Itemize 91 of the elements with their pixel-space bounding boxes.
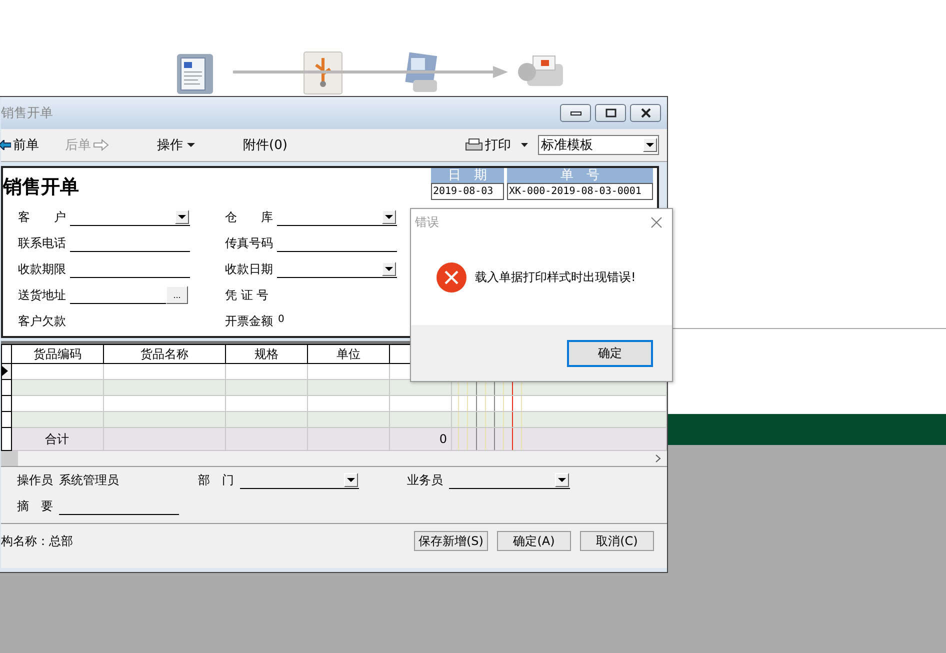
caret-icon (347, 478, 355, 482)
chevron-right-icon (655, 454, 661, 463)
error-message: 载入单据打印样式时出现错误! (475, 268, 636, 286)
field-value: 0 (278, 314, 284, 325)
field-label: 收款期限 (18, 260, 67, 278)
table-cell[interactable] (390, 412, 452, 428)
department-label: 部 门 (198, 472, 234, 488)
total-quantity: 0 (390, 428, 452, 450)
previous-button[interactable]: 前单 (0, 136, 39, 154)
dropdown-field[interactable] (277, 208, 397, 226)
table-cell[interactable] (226, 380, 308, 396)
field-label: 送货地址 (18, 286, 67, 304)
close-icon (640, 108, 652, 118)
field-label: 收款日期 (225, 260, 274, 278)
organization-text: 构名称：总部 (1, 532, 73, 550)
field-label: 客 户 (18, 208, 67, 226)
salesman-label: 业务员 (407, 472, 443, 488)
dropdown-field[interactable] (277, 260, 397, 278)
current-row-icon (2, 366, 8, 376)
minimize-icon (570, 110, 582, 116)
table-cell[interactable] (226, 396, 308, 412)
caret-icon (187, 143, 195, 147)
table-cell[interactable] (308, 364, 390, 380)
date-header: 日 期 (431, 168, 504, 183)
operation-menu[interactable]: 操作 (157, 136, 195, 154)
form-button[interactable]: 保存新增(S) (414, 531, 488, 551)
caret-icon[interactable] (521, 143, 528, 147)
operator-label: 操作员 (17, 472, 53, 488)
print-button[interactable]: 打印 (465, 136, 511, 154)
right-arrow-icon (93, 139, 109, 151)
field-label: 传真号码 (225, 234, 274, 252)
error-icon (436, 262, 467, 292)
table-cell[interactable] (104, 380, 226, 396)
row-indicator[interactable] (2, 396, 12, 412)
field-label: 客户欠款 (18, 312, 67, 330)
caret-icon (385, 214, 393, 218)
table-cell[interactable] (12, 396, 104, 412)
caret-icon (385, 266, 393, 270)
field-label: 开票金额 (225, 312, 274, 330)
column-header: 货品名称 (104, 344, 226, 364)
caret-icon (178, 214, 186, 218)
table-cell[interactable] (104, 412, 226, 428)
dialog-title: 错误 (415, 214, 439, 230)
table-cell[interactable] (12, 364, 104, 380)
number-value: XK-000-2019-08-03-0001 (507, 183, 653, 200)
caret-icon (558, 478, 566, 482)
form-title: 销售开单 (3, 175, 79, 200)
table-cell[interactable] (104, 396, 226, 412)
form-button[interactable]: 取消(C) (580, 531, 654, 551)
table-cell[interactable] (226, 412, 308, 428)
number-header: 单 号 (507, 168, 653, 183)
summary-label: 摘 要 (17, 498, 53, 514)
table-cell[interactable] (12, 412, 104, 428)
table-cell[interactable] (308, 380, 390, 396)
maximize-icon (604, 108, 616, 118)
total-label: 合计 (12, 428, 104, 450)
attachment-button[interactable]: 附件(0) (243, 136, 288, 154)
column-header: 货品编码 (12, 344, 104, 364)
scroll-thumb[interactable] (1, 451, 18, 466)
table-cell[interactable] (308, 412, 390, 428)
table-cell[interactable] (390, 396, 452, 412)
column-header (2, 344, 12, 364)
row-indicator[interactable] (2, 380, 12, 396)
caret-icon (646, 143, 654, 147)
printer-icon (465, 138, 483, 152)
operator-value: 系统管理员 (59, 472, 120, 488)
table-cell[interactable] (12, 380, 104, 396)
field-label: 凭 证 号 (225, 286, 270, 304)
department-dropdown[interactable] (240, 472, 359, 488)
field-label: 仓 库 (225, 208, 274, 226)
date-value: 2019-08-03 (431, 183, 504, 200)
close-button[interactable] (630, 104, 661, 122)
salesman-dropdown[interactable] (449, 472, 570, 488)
table-cell[interactable] (104, 364, 226, 380)
table-cell[interactable] (308, 396, 390, 412)
dropdown-field[interactable] (70, 208, 190, 226)
row-indicator[interactable] (2, 412, 12, 428)
left-arrow-icon (0, 140, 11, 150)
ok-button[interactable]: 确定 (567, 340, 653, 366)
field-label: 联系电话 (18, 234, 67, 252)
close-icon[interactable] (651, 216, 662, 228)
minimize-button[interactable] (560, 104, 591, 122)
column-header: 单位 (308, 344, 390, 364)
column-header: 规格 (226, 344, 308, 364)
window-title: 销售开单 (1, 105, 53, 122)
maximize-button[interactable] (595, 104, 626, 122)
form-button[interactable]: 确定(A) (497, 531, 571, 551)
table-cell[interactable] (226, 364, 308, 380)
row-indicator[interactable] (2, 364, 12, 380)
template-dropdown[interactable]: 标准模板 (538, 135, 659, 155)
browse-button[interactable]: ... (166, 286, 188, 304)
